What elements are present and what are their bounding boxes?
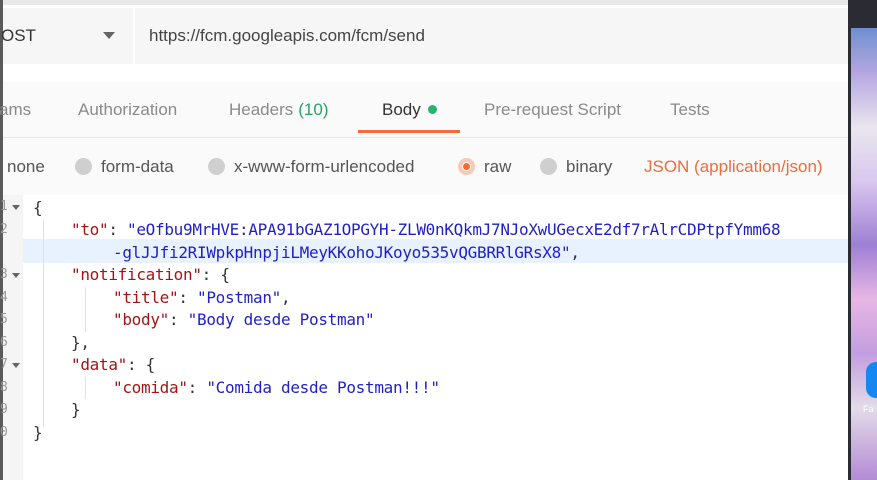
body-type-options: none form-data x-www-form-urlencoded raw… [3,138,848,195]
line-number: 5 [0,312,8,327]
code-line: "data": { [71,355,155,374]
json-key: "comida" [113,378,188,397]
tab-authorization[interactable]: Authorization [78,82,177,137]
active-tab-underline [358,130,460,133]
tab-headers[interactable]: Headers (10) [229,82,329,137]
code-editor[interactable]: 1 2 3 4 5 6 7 8 9 0 { "to": "eOfbu9MrHVE… [0,195,848,480]
code-line: "body": "Body desde Postman" [113,310,375,329]
headers-count-badge: (10) [298,99,329,119]
tab-tests[interactable]: Tests [670,82,710,137]
chevron-down-icon[interactable] [103,32,115,39]
fold-arrow-icon[interactable] [12,205,20,210]
tab-authorization-label: Authorization [78,99,178,119]
body-type-none-label: none [7,156,45,176]
code-line: -glJJfi2RIWpkpHnpjiLMeyKKohoJKoyo535vQGB… [113,243,580,262]
line-number: 7 [0,357,8,372]
content-type-select[interactable]: JSON (application/json) [644,138,823,195]
tab-headers-label: Headers [229,99,294,119]
body-type-form-data[interactable]: form-data [75,138,174,195]
radio-icon[interactable] [540,158,557,175]
method-select[interactable]: OST [1,8,131,64]
window-top-edge [0,0,877,5]
radio-icon[interactable] [208,158,225,175]
code-line: "notification": { [71,265,230,284]
line-number: 0 [0,425,8,440]
url-divider [133,8,135,64]
code-line: { [33,198,43,217]
json-string: -glJJfi2RIWpkpHnpjiLMeyKKohoJKoyo535vQGB… [113,243,571,262]
radio-selected-icon[interactable] [458,158,475,175]
code-line: "title": "Postman", [113,288,291,307]
line-number-gutter: 1 2 3 4 5 6 7 8 9 0 [0,195,23,480]
body-type-binary[interactable]: binary [540,138,612,195]
tab-pre-request-script[interactable]: Pre-request Script [484,82,621,137]
line-number: 2 [0,222,8,237]
json-string: "Body desde Postman" [187,310,375,329]
method-label: OST [1,26,36,45]
tab-tests-label: Tests [670,99,710,119]
code-line: }, [71,333,90,352]
code-line: "to": "eOfbu9MrHVE:APA91bGAZ1OPGYH-ZLW0n… [71,220,781,239]
line-number: 1 [0,199,8,214]
json-key: "to" [71,220,109,239]
fold-arrow-icon[interactable] [12,363,20,368]
body-type-none[interactable]: none [7,138,45,195]
line-number: 8 [0,380,8,395]
json-key: "body" [113,310,169,329]
tab-params[interactable]: ams [0,82,31,137]
tab-body[interactable]: Body [382,82,437,137]
body-indicator-dot-icon [427,105,437,114]
side-panel-label: Fa [863,404,874,414]
line-number: 4 [0,290,8,305]
request-tabs: ams Authorization Headers (10) Body Pre-… [0,82,848,137]
tab-pre-request-script-label: Pre-request Script [484,99,621,119]
body-type-raw[interactable]: raw [458,138,511,195]
fold-arrow-icon[interactable] [12,273,20,278]
json-string: "Postman" [197,288,282,307]
indent-guide [43,219,44,427]
indent-guide [85,287,86,332]
line-number: 6 [0,335,8,350]
body-type-urlencoded-label: x-www-form-urlencoded [234,156,415,176]
code-line: "comida": "Comida desde Postman!!!" [113,378,440,397]
code-line: } [71,400,81,419]
json-key: "data" [71,355,127,374]
json-string: "eOfbu9MrHVE:APA91bGAZ1OPGYH-ZLW0nKQkmJ7… [127,220,781,239]
floating-action-button[interactable] [866,362,877,398]
json-string: "Comida desde Postman!!!" [206,378,440,397]
body-type-binary-label: binary [566,156,613,176]
indent-guide [85,377,86,399]
body-type-form-data-label: form-data [101,156,174,176]
body-type-raw-label: raw [484,156,512,176]
tab-body-label: Body [382,99,421,119]
line-number: 3 [0,267,8,282]
radio-icon[interactable] [75,158,92,175]
code-line: } [33,423,43,442]
body-type-urlencoded[interactable]: x-www-form-urlencoded [208,138,414,195]
url-input[interactable]: https://fcm.googleapis.com/fcm/send [149,8,425,64]
json-key: "title" [113,288,179,307]
request-url-bar: OST https://fcm.googleapis.com/fcm/send [1,8,848,64]
json-key: "notification" [71,265,202,284]
content-type-label: JSON (application/json) [644,156,823,176]
tab-params-label: ams [0,99,32,119]
line-number: 9 [0,402,8,417]
